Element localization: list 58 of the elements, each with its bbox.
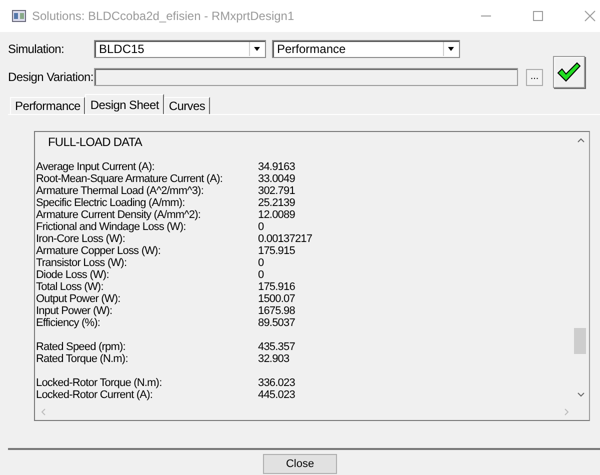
parameter-value: 12.0089 [258, 209, 295, 221]
scroll-up-icon[interactable] [576, 136, 584, 144]
window-title: Solutions: BLDCcoba2d_efisien - RMxprtDesign1 [32, 9, 296, 23]
parameter-value: 1675.98 [258, 305, 295, 317]
parameter-value: 89.5037 [258, 317, 295, 329]
parameter-value: 25.2139 [258, 197, 295, 209]
app-icon [12, 10, 26, 22]
parameter-value: 0 [258, 221, 264, 233]
section-heading: FULL-LOAD DATA [47, 136, 144, 148]
parameter-value: 32.903 [258, 353, 290, 365]
close-icon[interactable] [584, 10, 596, 22]
report-dropdown[interactable]: Performance [272, 40, 460, 58]
setup-dropdown[interactable]: BLDC15 [94, 40, 266, 58]
parameter-value: 302.791 [258, 185, 295, 197]
parameter-label: Iron-Core Loss (W): [36, 233, 126, 245]
scroll-right-icon[interactable] [563, 408, 571, 416]
parameter-label: Armature Copper Loss (W): [36, 245, 162, 257]
parameter-value: 175.916 [258, 281, 295, 293]
parameter-label: Output Power (W): [36, 293, 122, 305]
parameter-value: 445.023 [258, 389, 295, 401]
parameter-value: 0 [258, 257, 264, 269]
parameter-value: 0.00137217 [258, 233, 312, 245]
tab[interactable]: Design Sheet [85, 94, 164, 114]
parameter-value: 336.023 [258, 377, 295, 389]
parameter-label: Specific Electric Loading (A/mm): [36, 197, 186, 209]
parameter-label: Input Power (W): [36, 305, 114, 317]
parameter-label: Root-Mean-Square Armature Current (A): [36, 173, 224, 185]
parameter-value: 1500.07 [258, 293, 295, 305]
parameter-label: Average Input Current (A): [36, 161, 156, 173]
parameter-label: Rated Speed (rpm): [36, 341, 126, 353]
scroll-left-icon[interactable] [39, 408, 47, 416]
parameter-label: Armature Current Density (A/mm^2): [36, 209, 202, 221]
tab[interactable]: Performance [10, 97, 86, 114]
parameter-label: Frictional and Windage Loss (W): [36, 221, 187, 233]
parameter-label: Locked-Rotor Torque (N.m): [36, 377, 163, 389]
parameter-label: Diode Loss (W): [36, 269, 110, 281]
design-variation-field[interactable] [94, 68, 518, 86]
design-variation-label: Design Variation: [8, 70, 94, 84]
tab[interactable]: Curves [164, 97, 210, 114]
checkmark-icon [557, 62, 581, 82]
simulation-label: Simulation: [8, 42, 66, 56]
browse-button[interactable]: ... [526, 68, 543, 86]
parameter-label: Rated Torque (N.m): [36, 353, 129, 365]
close-button[interactable]: Close [263, 454, 337, 474]
parameter-label: Locked-Rotor Current (A): [36, 389, 154, 401]
scroll-thumb[interactable] [574, 328, 586, 354]
validate-button[interactable] [553, 56, 585, 88]
parameter-value: 34.9163 [258, 161, 295, 173]
maximize-icon[interactable] [532, 10, 544, 22]
parameter-value: 33.0049 [258, 173, 295, 185]
parameter-label: Total Loss (W): [36, 281, 104, 293]
parameter-label: Efficiency (%): [36, 317, 102, 329]
parameter-label: Transistor Loss (W): [36, 257, 128, 269]
scroll-down-icon[interactable] [576, 391, 584, 399]
parameter-value: 175.915 [258, 245, 295, 257]
parameter-value: 0 [258, 269, 264, 281]
parameter-value: 435.357 [258, 341, 295, 353]
parameter-label: Armature Thermal Load (A^2/mm^3): [36, 185, 204, 197]
